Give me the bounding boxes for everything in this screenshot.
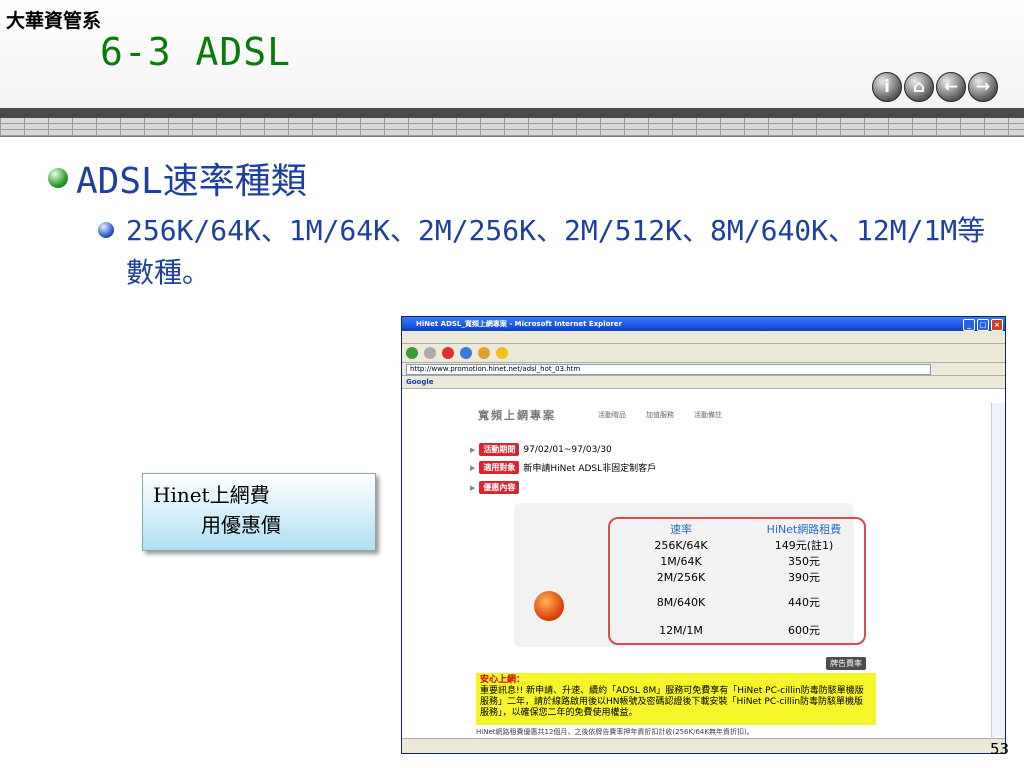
rate-table: 速率 HiNet網路租費 256K/64K 149元(註1) 1M/64K 350元… — [617, 521, 863, 641]
header-grid-band — [0, 118, 1024, 137]
fee-cell: 440元 — [788, 596, 820, 609]
google-toolbar: Google — [402, 376, 1005, 389]
speed-cell: 8M/640K — [656, 595, 706, 609]
row-text: 新申請HiNet ADSL非固定制客戶 — [523, 464, 657, 474]
fee-cell: 350元 — [788, 555, 820, 568]
browser-page: 寬頻上網專案 活動贈品 加值服務 活動備註 ▶ 活動期間 97/02/01~97/… — [402, 403, 992, 737]
callout-line2: 用優惠價 — [201, 513, 281, 537]
bullet-blue-icon — [98, 222, 114, 238]
browser-titlebar: HiNet ADSL_寬頻上網專案 - Microsoft Internet E… — [402, 317, 1005, 331]
page-number: 53 — [990, 740, 1010, 758]
site-nav-item: 加值服務 — [646, 411, 674, 419]
info-icon[interactable]: i — [872, 72, 902, 102]
row-tag: 優惠內容 — [479, 481, 520, 494]
home-browser-icon — [478, 347, 490, 359]
table-row: 256K/64K 149元(註1) — [617, 537, 863, 553]
fee-cell: 149元(註1) — [774, 539, 834, 552]
site-nav: 活動贈品 加值服務 活動備註 — [598, 410, 722, 420]
stop-icon — [442, 347, 454, 359]
row-tag: 活動期間 — [479, 443, 520, 456]
address-bar: http://www.promotion.hinet.net/adsl_hot_… — [402, 363, 1005, 376]
bullet2-text: 256K/64K、1M/64K、2M/256K、2M/512K、8M/640K、… — [126, 214, 986, 289]
footer-note: HiNet網路租費優惠共12個月，之後依牌告費率押年資折扣計收(256K/64K… — [476, 728, 754, 736]
info-row: ▶ 適用對象 新申請HiNet ADSL非固定制客戶 — [470, 461, 657, 474]
back-icon — [406, 347, 418, 359]
info-row: ▶ 優惠內容 — [470, 481, 520, 494]
notice-box: 安心上網： 重要訊息!! 新申請、升速、續約「ADSL 8M」服務可免費享有「H… — [476, 673, 876, 725]
browser-title: HiNet ADSL_寬頻上網專案 - Microsoft Internet E… — [416, 320, 623, 328]
table-row: 2M/256K 390元 — [617, 569, 863, 585]
home-icon[interactable]: ⌂ — [904, 72, 934, 102]
table-row: 8M/640K 440元 — [617, 585, 863, 619]
callout-box: Hinet上網費 用優惠價 — [142, 473, 376, 551]
browser-menubar — [402, 331, 1005, 344]
bullet1-text: ADSL速率種類 — [76, 161, 307, 202]
notice-text: 重要訊息!! 新申請、升速、續約「ADSL 8M」服務可免費享有「HiNet P… — [480, 686, 864, 718]
rate-header: HiNet網路租費 — [766, 523, 842, 536]
table-row: 12M/1M 600元 — [617, 619, 863, 641]
speed-cell: 2M/256K — [656, 570, 706, 584]
department-label: 大華資管系 — [6, 10, 102, 32]
header-divider — [0, 108, 1024, 118]
slide-nav: i ⌂ ← → — [872, 72, 998, 102]
row-text: 97/02/01~97/03/30 — [523, 444, 612, 455]
slide-title: 6-3 ADSL — [100, 30, 292, 74]
browser-statusbar — [402, 738, 1005, 753]
arrow-right-icon[interactable]: → — [968, 72, 998, 102]
close-icon: × — [991, 319, 1003, 331]
arrow-left-icon[interactable]: ← — [936, 72, 966, 102]
fee-cell: 390元 — [788, 571, 820, 584]
promo-badge-icon — [534, 591, 564, 621]
minimize-icon: _ — [963, 319, 975, 331]
rate-button: 牌告費率 — [826, 657, 866, 670]
callout-line1: Hinet上網費 — [153, 483, 270, 507]
browser-screenshot: HiNet ADSL_寬頻上網專案 - Microsoft Internet E… — [401, 316, 1006, 754]
notice-title: 安心上網： — [480, 675, 526, 685]
bullet-level2: 256K/64K、1M/64K、2M/256K、2M/512K、8M/640K、… — [98, 210, 998, 294]
favorites-icon — [496, 347, 508, 359]
site-nav-item: 活動贈品 — [598, 411, 626, 419]
rate-header: 速率 — [670, 523, 692, 536]
fee-cell: 600元 — [788, 624, 820, 637]
address-field: http://www.promotion.hinet.net/adsl_hot_… — [406, 363, 931, 375]
row-tag: 適用對象 — [479, 461, 520, 474]
site-heading: 寬頻上網專案 — [478, 409, 556, 422]
bullet-green-icon — [48, 168, 68, 188]
browser-scrollbar — [991, 403, 1005, 737]
speed-cell: 256K/64K — [654, 538, 708, 552]
browser-toolbar — [402, 344, 1005, 363]
info-row: ▶ 活動期間 97/02/01~97/03/30 — [470, 443, 612, 456]
speed-cell: 12M/1M — [659, 623, 703, 637]
refresh-icon — [460, 347, 472, 359]
table-row: 1M/64K 350元 — [617, 553, 863, 569]
forward-icon — [424, 347, 436, 359]
maximize-icon: □ — [977, 319, 989, 331]
speed-cell: 1M/64K — [660, 554, 702, 568]
site-nav-item: 活動備註 — [694, 411, 722, 419]
bullet-level1: ADSL速率種類 — [48, 152, 307, 204]
